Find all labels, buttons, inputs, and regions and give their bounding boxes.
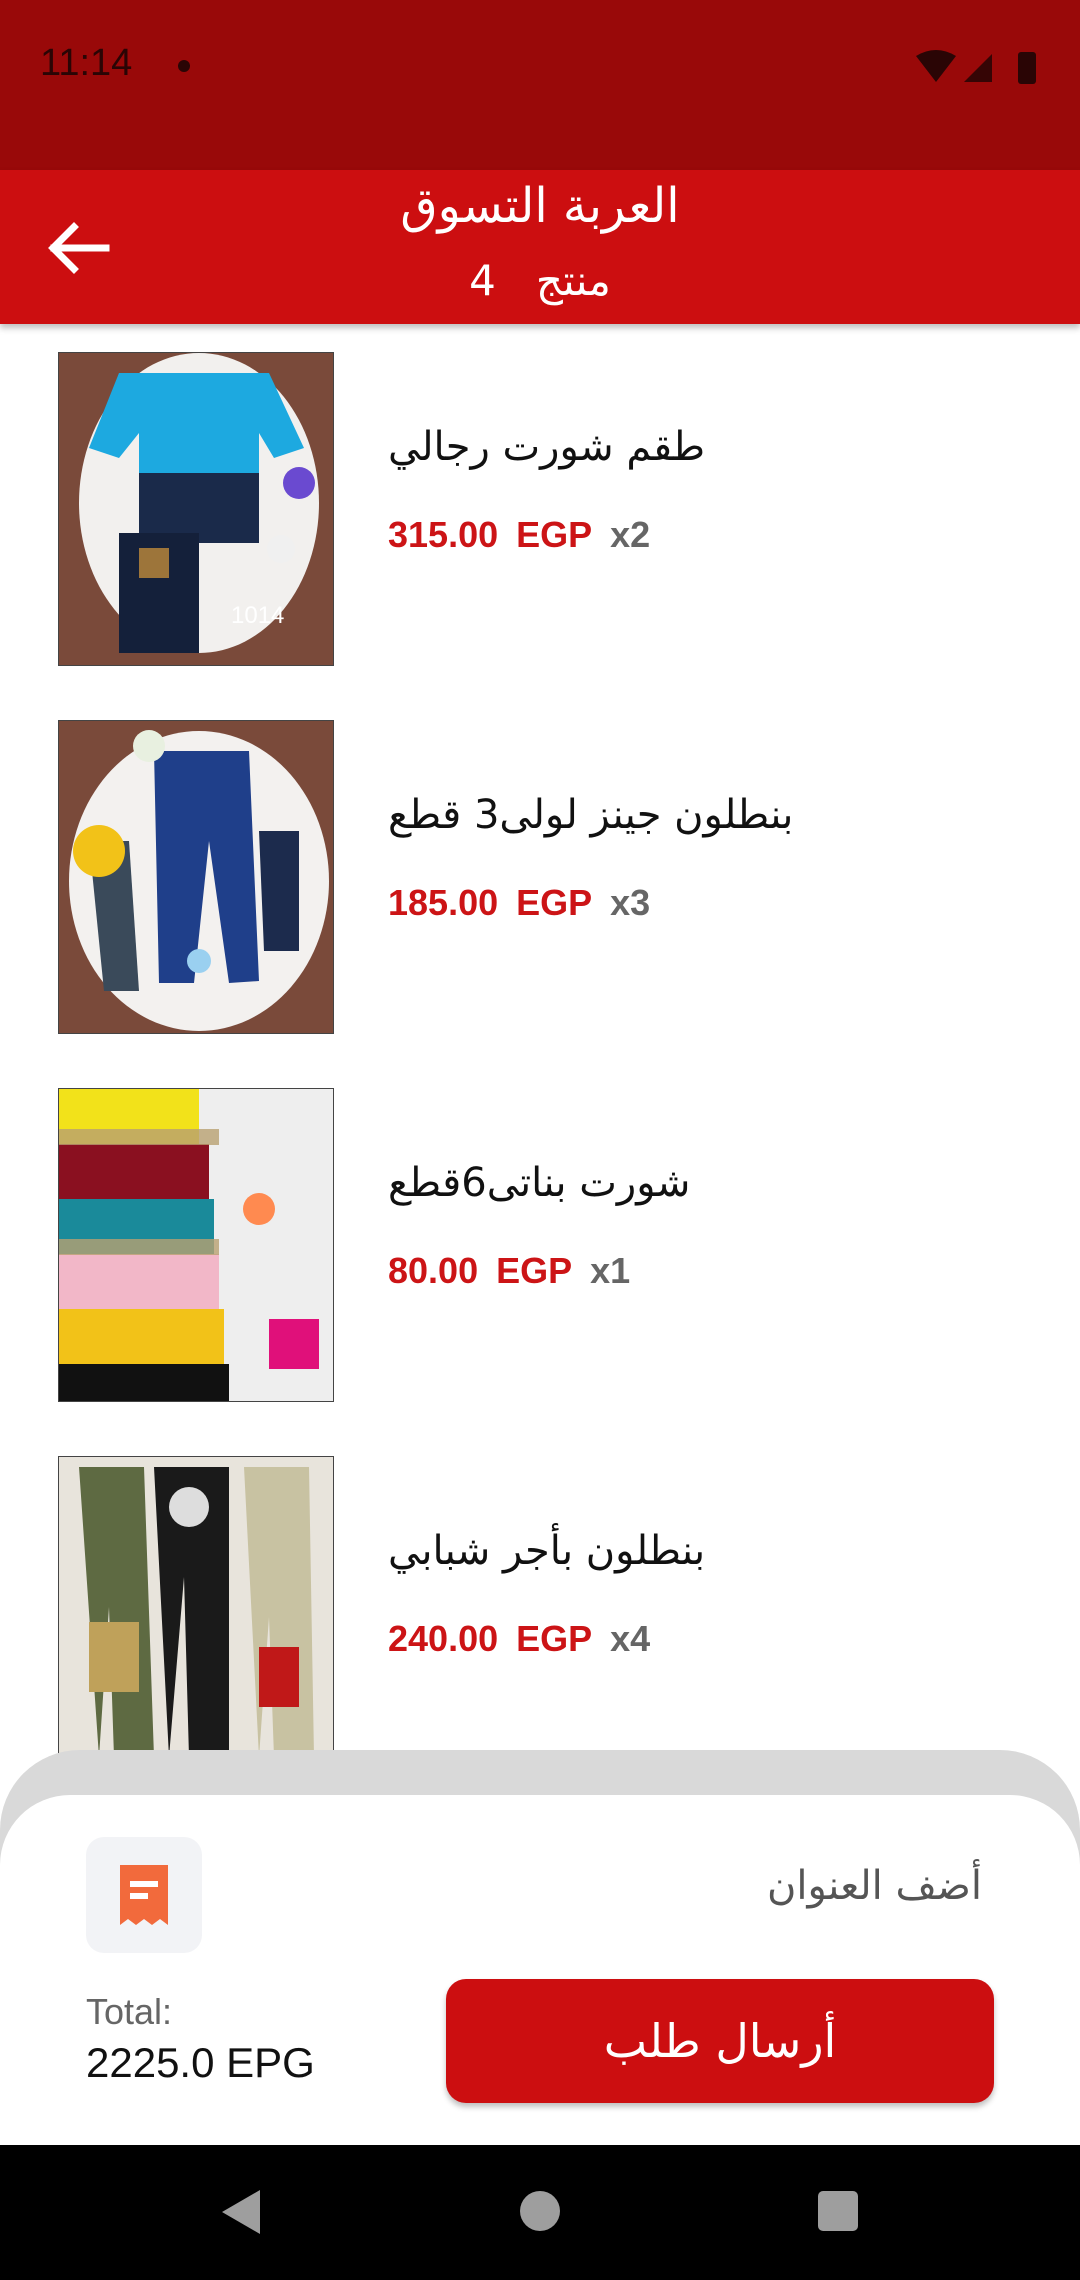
battery-icon (1018, 52, 1036, 84)
nav-home-icon[interactable] (520, 2191, 560, 2231)
product-name: بنطلون بأجر شبابي (388, 1528, 706, 1574)
product-name: بنطلون جينز لولى3 قطع (388, 792, 794, 838)
item-count-value: 4 (469, 256, 496, 305)
svg-text:1014: 1014 (231, 602, 284, 629)
product-quantity: x3 (610, 882, 651, 923)
invoice-button[interactable] (86, 1837, 202, 1953)
price-currency: EGP (516, 1618, 593, 1659)
status-time: 11:14 (40, 42, 133, 84)
wifi-icon (916, 50, 956, 82)
price-value: 185.00 (388, 882, 499, 923)
total-label: Total: (86, 1991, 173, 2032)
nav-recents-icon[interactable] (818, 2191, 858, 2231)
send-order-button[interactable]: أرسال طلب (446, 1979, 994, 2103)
signal-icon (964, 54, 992, 82)
cart-item[interactable]: شورت بناتى6قطع 80.00 EGP x1 (0, 1060, 1080, 1402)
product-quantity: x2 (610, 514, 651, 555)
status-icons (916, 50, 1036, 84)
product-image (58, 720, 334, 1034)
app-bar: العربة التسوق منتج 4 (0, 170, 1080, 324)
product-price: 240.00 EGP x4 (388, 1618, 650, 1660)
page-title: العربة التسوق (400, 178, 680, 234)
add-address-link[interactable]: أضف العنوان (767, 1863, 982, 1909)
price-value: 80.00 (388, 1250, 479, 1291)
product-quantity: x1 (590, 1250, 631, 1291)
product-price: 185.00 EGP x3 (388, 882, 650, 924)
checkout-sheet: أضف العنوان Total: 2225.0 EPG أرسال طلب (0, 1795, 1080, 2145)
product-image (58, 1456, 334, 1770)
cart-item[interactable]: 1014 طقم شورت رجالي 315.00 EGP x2 (0, 324, 1080, 666)
product-price: 80.00 EGP x1 (388, 1250, 630, 1292)
total-value: 2225.0 EPG (86, 2039, 315, 2086)
cart-item[interactable]: بنطلون بأجر شبابي 240.00 EGP x4 (0, 1428, 1080, 1770)
item-count-label: منتج (535, 256, 611, 305)
cart-item[interactable]: بنطلون جينز لولى3 قطع 185.00 EGP x3 (0, 692, 1080, 1034)
product-image (58, 1088, 334, 1402)
nav-back-icon[interactable] (218, 2187, 264, 2237)
product-name: طقم شورت رجالي (388, 424, 706, 470)
price-value: 315.00 (388, 514, 499, 555)
price-currency: EGP (496, 1250, 573, 1291)
product-quantity: x4 (610, 1618, 651, 1659)
item-count: منتج 4 (0, 256, 1080, 305)
price-currency: EGP (516, 882, 593, 923)
notification-dot-icon (178, 60, 190, 72)
status-bar: 11:14 (0, 0, 1080, 170)
product-image: 1014 (58, 352, 334, 666)
price-currency: EGP (516, 514, 593, 555)
product-name: شورت بناتى6قطع (388, 1160, 691, 1206)
price-value: 240.00 (388, 1618, 499, 1659)
invoice-icon (120, 1865, 168, 1925)
system-nav-bar (0, 2145, 1080, 2280)
product-price: 315.00 EGP x2 (388, 514, 650, 556)
